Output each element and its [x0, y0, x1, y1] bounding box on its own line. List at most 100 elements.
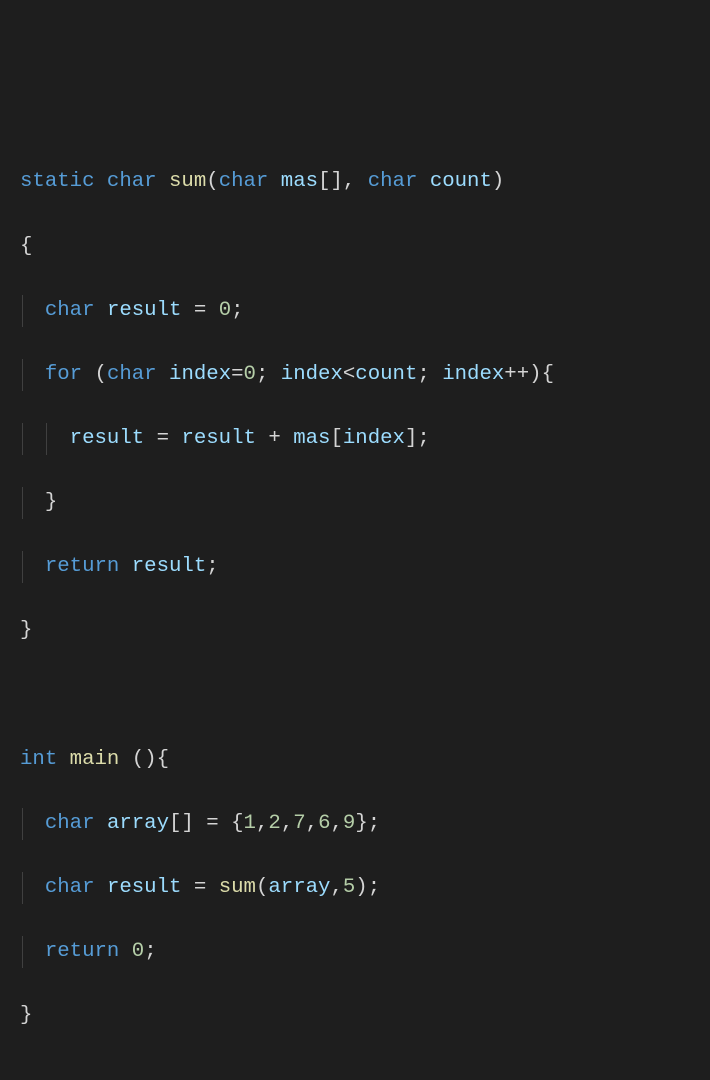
keyword-char: char — [107, 363, 157, 386]
bracket-open: [ — [169, 812, 181, 835]
indent-guide — [46, 423, 47, 455]
number-literal: 0 — [132, 940, 144, 963]
number-literal: 6 — [318, 812, 330, 835]
comma: , — [343, 170, 355, 193]
var-count: count — [355, 363, 417, 386]
code-line[interactable]: char result = sum(array,5); — [0, 872, 710, 904]
var-array: array — [107, 812, 169, 835]
operator-eq: = — [194, 299, 206, 322]
number-literal: 9 — [343, 812, 355, 835]
code-line[interactable]: } — [0, 1000, 710, 1032]
bracket-open: [ — [330, 427, 342, 450]
var-result: result — [70, 427, 145, 450]
brace-open: { — [20, 235, 32, 258]
keyword-int: int — [20, 748, 57, 771]
code-line[interactable]: char result = 0; — [0, 295, 710, 327]
keyword-char: char — [45, 876, 95, 899]
number-literal: 5 — [343, 876, 355, 899]
indent-guide — [22, 487, 23, 519]
paren-close: ) — [529, 363, 541, 386]
paren-open: ( — [256, 876, 268, 899]
paren-open: ( — [132, 748, 144, 771]
paren-close: ) — [492, 170, 504, 193]
code-line[interactable]: static char sum(char mas[], char count) — [0, 166, 710, 198]
operator-inc: ++ — [504, 363, 529, 386]
paren-open: ( — [95, 363, 107, 386]
number-literal: 0 — [219, 299, 231, 322]
indent-guide — [22, 872, 23, 904]
operator-eq: = — [194, 876, 206, 899]
brace-open: { — [542, 363, 554, 386]
code-line[interactable]: char array[] = {1,2,7,6,9}; — [0, 808, 710, 840]
paren-open: ( — [206, 170, 218, 193]
brace-close: } — [20, 619, 32, 642]
semicolon: ; — [417, 427, 429, 450]
var-index: index — [442, 363, 504, 386]
var-result: result — [181, 427, 256, 450]
brace-open: { — [157, 748, 169, 771]
paren-close: ) — [355, 876, 367, 899]
bracket-open: [ — [318, 170, 330, 193]
code-line[interactable]: int main (){ — [0, 744, 710, 776]
function-sum: sum — [169, 170, 206, 193]
semicolon: ; — [417, 363, 429, 386]
var-index: index — [281, 363, 343, 386]
comma: , — [281, 812, 293, 835]
var-array: array — [268, 876, 330, 899]
bracket-close: ] — [181, 812, 193, 835]
keyword-for: for — [45, 363, 82, 386]
code-line[interactable]: } — [0, 487, 710, 519]
comma: , — [306, 812, 318, 835]
code-line[interactable]: return result; — [0, 551, 710, 583]
semicolon: ; — [256, 363, 268, 386]
operator-eq: = — [231, 363, 243, 386]
code-line[interactable]: return 0; — [0, 936, 710, 968]
semicolon: ; — [231, 299, 243, 322]
number-literal: 7 — [293, 812, 305, 835]
code-line[interactable]: } — [0, 615, 710, 647]
brace-open: { — [231, 812, 243, 835]
code-line[interactable]: result = result + mas[index]; — [0, 423, 710, 455]
brace-close: } — [20, 1004, 32, 1027]
keyword-return: return — [45, 940, 120, 963]
param-count: count — [430, 170, 492, 193]
code-line[interactable]: { — [0, 231, 710, 263]
var-result: result — [132, 555, 207, 578]
var-result: result — [107, 876, 182, 899]
indent-guide — [22, 295, 23, 327]
code-editor[interactable]: static char sum(char mas[], char count) … — [0, 134, 710, 1064]
operator-lt: < — [343, 363, 355, 386]
blank-line[interactable] — [0, 680, 710, 712]
var-index: index — [343, 427, 405, 450]
function-main: main — [70, 748, 120, 771]
paren-close: ) — [144, 748, 156, 771]
indent-guide — [22, 936, 23, 968]
keyword-char: char — [45, 299, 95, 322]
var-result: result — [107, 299, 182, 322]
keyword-char: char — [45, 812, 95, 835]
comma: , — [331, 812, 343, 835]
param-mas: mas — [281, 170, 318, 193]
var-mas: mas — [293, 427, 330, 450]
semicolon: ; — [368, 876, 380, 899]
number-literal: 0 — [244, 363, 256, 386]
operator-plus: + — [268, 427, 280, 450]
indent-guide — [22, 808, 23, 840]
operator-eq: = — [157, 427, 169, 450]
operator-eq: = — [206, 812, 218, 835]
number-literal: 2 — [268, 812, 280, 835]
keyword-static: static — [20, 170, 95, 193]
keyword-char: char — [368, 170, 418, 193]
semicolon: ; — [368, 812, 380, 835]
var-index: index — [169, 363, 231, 386]
brace-close: } — [45, 491, 57, 514]
keyword-return: return — [45, 555, 120, 578]
comma: , — [330, 876, 342, 899]
bracket-close: ] — [330, 170, 342, 193]
brace-close: } — [355, 812, 367, 835]
indent-guide — [22, 423, 23, 455]
code-line[interactable]: for (char index=0; index<count; index++)… — [0, 359, 710, 391]
keyword-char: char — [219, 170, 269, 193]
indent-guide — [22, 359, 23, 391]
function-call-sum: sum — [219, 876, 256, 899]
